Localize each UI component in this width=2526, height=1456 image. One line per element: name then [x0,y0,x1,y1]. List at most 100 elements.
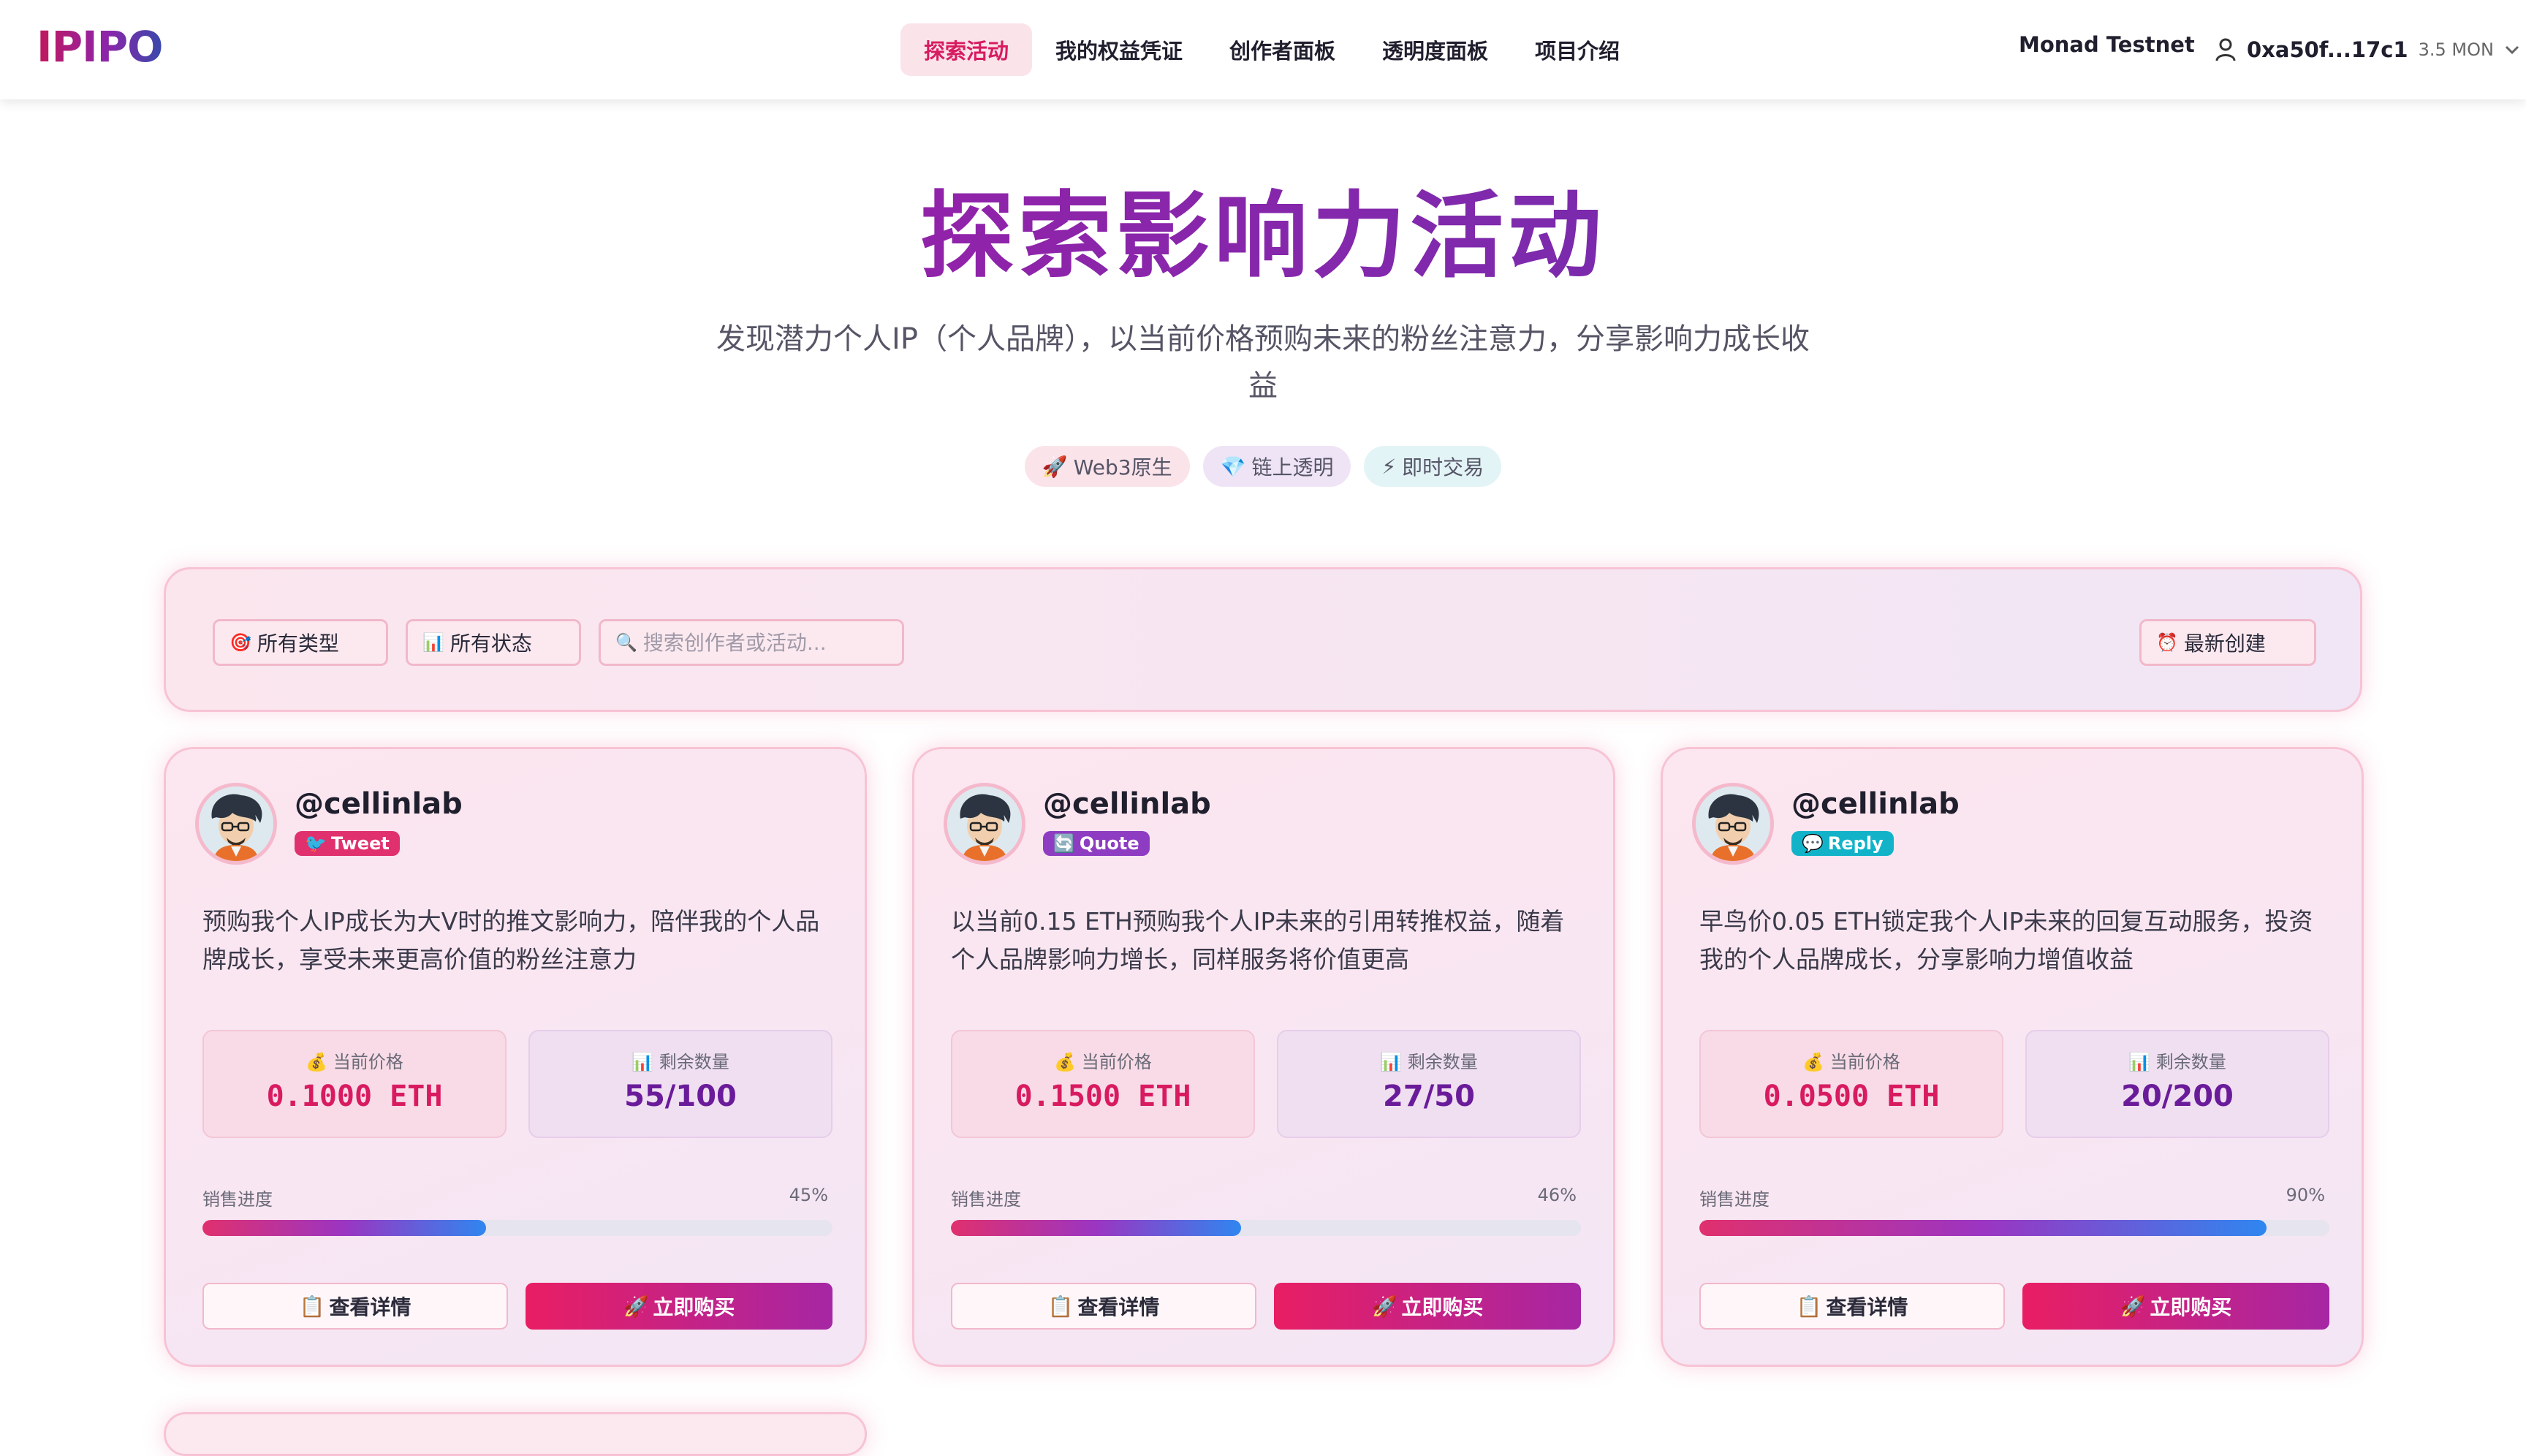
main-nav: 探索活动 我的权益凭证 创作者面板 透明度面板 项目介绍 [900,23,1643,76]
remaining-label: 📊 剩余数量 [1380,1052,1478,1072]
progress-bar [1699,1220,2329,1236]
remaining-box: 📊 剩余数量 55/100 [528,1030,832,1138]
clipboard-icon: 📋 [1047,1294,1074,1319]
price-label: 💰 当前价格 [1054,1052,1152,1072]
progress-fill [951,1220,1241,1236]
price-box: 💰 当前价格 0.1500 ETH [951,1030,1255,1138]
price-value: 0.1000 ETH [266,1080,443,1113]
type-label: Tweet [330,833,390,854]
clipboard-icon: 📋 [1796,1294,1822,1319]
campaign-description: 早鸟价0.05 ETH锁定我个人IP未来的回复互动服务，投资我的个人品牌成长，分… [1699,907,2313,974]
campaign-card[interactable]: @cellinlab 🐦 Tweet 预购我个人IP成长为大V时的推文影响力，陪… [164,747,867,1367]
remaining-box: 📊 剩余数量 20/200 [2025,1030,2329,1138]
remaining-label: 📊 剩余数量 [2128,1052,2226,1072]
campaign-description: 预购我个人IP成长为大V时的推文影响力，陪伴我的个人品牌成长，享受未来更高价值的… [202,907,820,974]
progress-bar [202,1220,832,1236]
campaign-card-partial[interactable] [164,1412,867,1456]
campaign-description: 以当前0.15 ETH预购我个人IP未来的引用转推权益，随着个人品牌影响力增长，… [951,907,1565,974]
creator-handle[interactable]: @cellinlab [1043,787,1211,821]
tag-label: 即时交易 [1402,455,1484,479]
price-box: 💰 当前价格 0.0500 ETH [1699,1030,2003,1138]
chart-icon: 📊 [2128,1052,2151,1072]
view-details-button[interactable]: 📋 查看详情 [202,1283,508,1330]
type-badge: 🐦 Tweet [295,831,400,856]
creator-handle[interactable]: @cellinlab [1791,787,1960,821]
type-icon: 🐦 [305,833,327,854]
view-details-button[interactable]: 📋 查看详情 [1699,1283,2005,1330]
remaining-value: 20/200 [2121,1080,2234,1113]
buy-now-button[interactable]: 🚀 立即购买 [1274,1283,1581,1330]
price-box: 💰 当前价格 0.1000 ETH [202,1030,507,1138]
remaining-label: 📊 剩余数量 [632,1052,729,1072]
type-icon: 💬 [1802,833,1824,854]
search-box[interactable]: 🔍 [599,619,904,666]
type-filter-label: 所有类型 [257,632,339,656]
lightning-icon: ⚡ [1381,454,1397,479]
campaign-card[interactable]: @cellinlab 💬 Reply 早鸟价0.05 ETH锁定我个人IP未来的… [1661,747,2364,1367]
account-menu[interactable]: 0xa50f...17c1 3.5 MON [2215,26,2520,73]
remaining-value: 27/50 [1383,1080,1475,1113]
type-label: Quote [1079,833,1139,854]
progress-percent: 45% [789,1185,828,1205]
feature-tags: 🚀 Web3原生 💎 链上透明 ⚡ 即时交易 [0,446,2526,487]
page-title: 探索影响力活动 [0,178,2526,295]
price-label: 💰 当前价格 [306,1052,403,1072]
page-subtitle: 发现潜力个人IP（个人品牌），以当前价格预购未来的粉丝注意力，分享影响力成长收益 [716,322,1810,403]
remaining-value: 55/100 [624,1080,737,1113]
remaining-box: 📊 剩余数量 27/50 [1277,1030,1581,1138]
money-bag-icon: 💰 [1802,1052,1825,1072]
progress-label: 销售进度 [1699,1189,1770,1210]
app-logo[interactable]: IPIPO [37,22,163,72]
rocket-icon: 🚀 [1042,454,1068,479]
gem-icon: 💎 [1220,454,1246,479]
progress-fill [202,1220,486,1236]
price-value: 0.1500 ETH [1014,1080,1191,1113]
nav-transparency-panel[interactable]: 透明度面板 [1359,23,1512,76]
nav-explore[interactable]: 探索活动 [900,23,1033,76]
progress-percent: 90% [2286,1185,2325,1205]
account-address: 0xa50f...17c1 [2247,37,2408,62]
nav-about[interactable]: 项目介绍 [1512,23,1643,76]
user-icon [2215,37,2237,62]
nav-my-rights[interactable]: 我的权益凭证 [1032,23,1206,76]
alarm-clock-icon: ⏰ [2156,632,2178,653]
rocket-icon: 🚀 [623,1294,649,1319]
type-filter-select[interactable]: 🎯 所有类型 [213,619,388,666]
tag-label: 链上透明 [1251,455,1334,479]
price-value: 0.0500 ETH [1763,1080,1940,1113]
account-balance: 3.5 MON [2418,39,2494,60]
tag-web3-native: 🚀 Web3原生 [1024,446,1190,487]
avatar[interactable] [944,783,1025,865]
rocket-icon: 🚀 [2120,1294,2146,1319]
money-bag-icon: 💰 [306,1052,328,1072]
creator-handle[interactable]: @cellinlab [295,787,463,821]
progress-percent: 46% [1537,1185,1577,1205]
money-bag-icon: 💰 [1054,1052,1077,1072]
nav-creator-panel[interactable]: 创作者面板 [1206,23,1359,76]
chevron-down-icon [2504,45,2520,55]
chart-icon: 📊 [632,1052,654,1072]
sort-label: 最新创建 [2183,632,2266,656]
progress-label: 销售进度 [202,1189,273,1210]
type-badge: 💬 Reply [1791,831,1894,856]
network-indicator[interactable]: Monad Testnet [2019,32,2195,57]
target-icon: 🎯 [230,632,251,653]
search-input[interactable] [642,630,892,655]
view-details-button[interactable]: 📋 查看详情 [951,1283,1256,1330]
buy-now-button[interactable]: 🚀 立即购买 [2022,1283,2329,1330]
type-label: Reply [1827,833,1884,854]
type-icon: 🔄 [1053,833,1075,854]
tag-on-chain: 💎 链上透明 [1202,446,1351,487]
tag-instant-trade: ⚡ 即时交易 [1364,446,1502,487]
buy-now-button[interactable]: 🚀 立即购买 [526,1283,832,1330]
tag-label: Web3原生 [1073,455,1172,479]
sort-select[interactable]: ⏰ 最新创建 [2139,619,2316,666]
avatar[interactable] [195,783,277,865]
progress-fill [1699,1220,2267,1236]
clipboard-icon: 📋 [299,1294,325,1319]
campaign-card[interactable]: @cellinlab 🔄 Quote 以当前0.15 ETH预购我个人IP未来的… [912,747,1615,1367]
status-filter-select[interactable]: 📊 所有状态 [406,619,581,666]
progress-bar [951,1220,1581,1236]
avatar[interactable] [1692,783,1774,865]
filter-bar: 🎯 所有类型 📊 所有状态 🔍 ⏰ 最新创建 [164,567,2362,712]
